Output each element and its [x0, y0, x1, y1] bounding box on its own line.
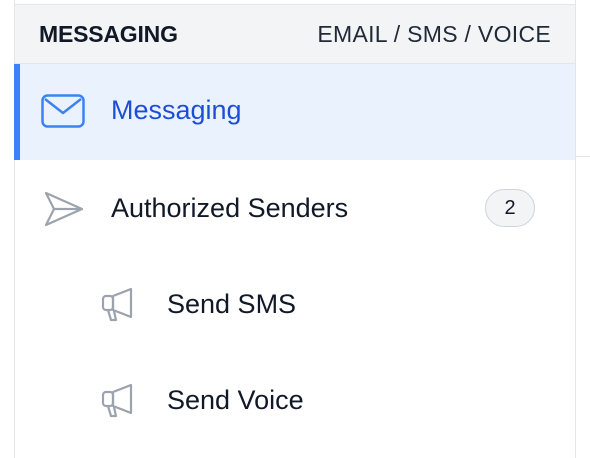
- divider: [576, 156, 590, 157]
- nav-item-messaging[interactable]: Messaging: [14, 64, 575, 160]
- section-title: MESSAGING: [39, 21, 178, 47]
- nav-item-send-voice[interactable]: Send Voice: [15, 352, 575, 448]
- messaging-sidebar: MESSAGING EMAIL / SMS / VOICE Messaging …: [14, 0, 576, 458]
- nav-item-authorized-senders[interactable]: Authorized Senders 2: [15, 160, 575, 256]
- active-indicator: [14, 64, 20, 160]
- nav-item-label: Messaging: [111, 95, 242, 125]
- nav-item-label: Send Voice: [167, 385, 304, 415]
- nav-item-send-sms[interactable]: Send SMS: [15, 256, 575, 352]
- count-badge: 2: [485, 189, 535, 227]
- megaphone-icon: [101, 383, 133, 418]
- section-subtitle: EMAIL / SMS / VOICE: [317, 21, 551, 47]
- send-icon: [44, 191, 84, 227]
- nav-item-label: Send SMS: [167, 289, 297, 319]
- envelope-icon: [41, 94, 85, 128]
- megaphone-icon: [101, 287, 133, 322]
- nav-item-label: Authorized Senders: [111, 193, 349, 223]
- section-header: MESSAGING EMAIL / SMS / VOICE: [15, 5, 575, 64]
